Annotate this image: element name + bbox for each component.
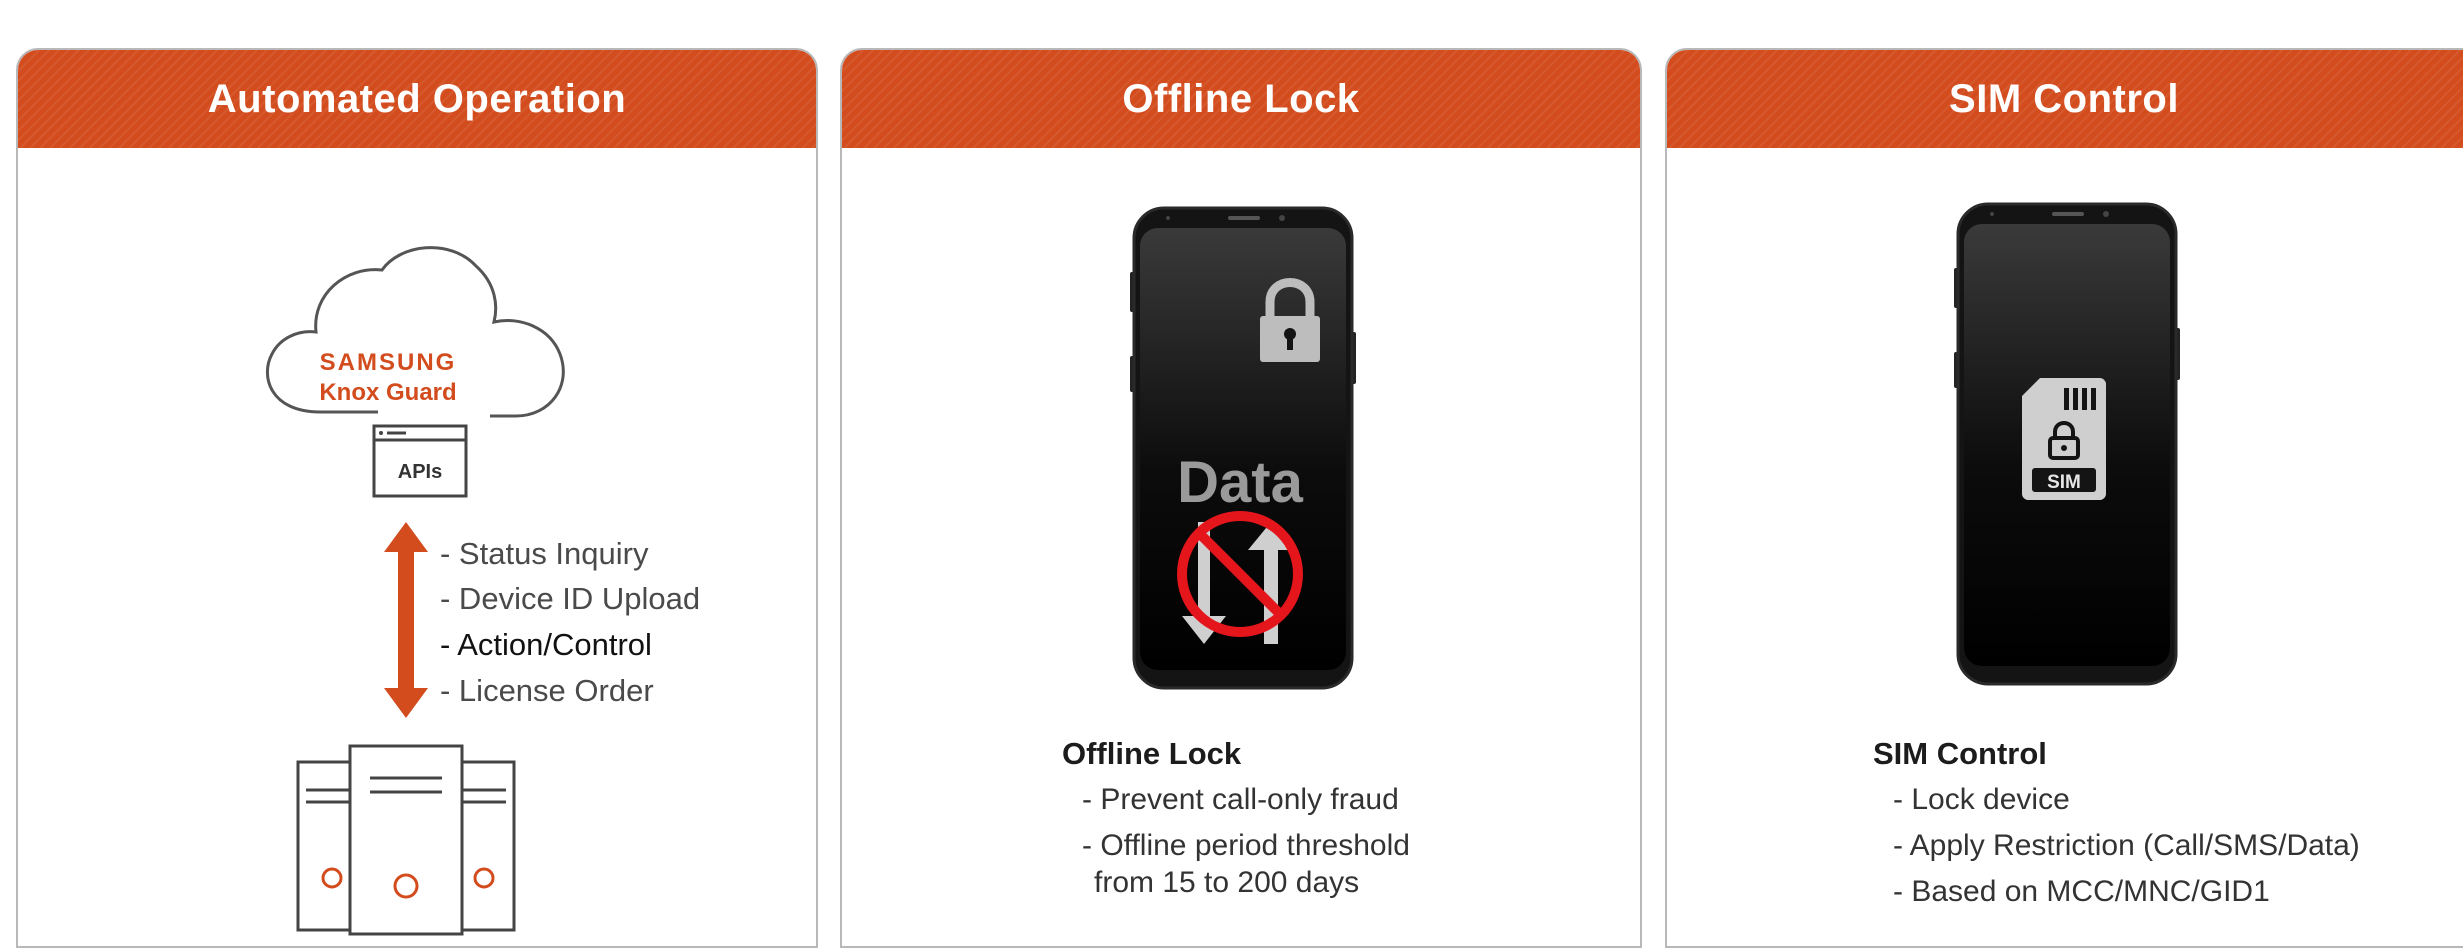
feature-title: Offline Lock (1062, 736, 1242, 771)
feature-title: SIM Control (1873, 736, 2047, 771)
feature-item: - Based on MCC/MNC/GID1 (1893, 875, 2270, 908)
feature-item: - Lock device (1893, 783, 2070, 816)
card-title: Offline Lock (842, 50, 1640, 148)
feature-item: from 15 to 200 days (1094, 866, 1360, 899)
feature-item: - Prevent call-only fraud (1082, 783, 1399, 816)
phone-icon: SIM (1954, 202, 2180, 686)
flow-item-device-id-upload: - Device ID Upload (440, 581, 701, 616)
feature-item: - Apply Restriction (Call/SMS/Data) (1893, 829, 2360, 862)
card-automated-operation: Automated Operation SAMSUNG Knox Guard A… (16, 48, 818, 948)
knox-product: Knox Guard (319, 379, 456, 406)
knox-brand: SAMSUNG (320, 349, 457, 376)
feature-item: - Offline period threshold (1082, 829, 1410, 862)
card-offline-lock: Offline Lock Data Offline Lock - Prevent… (840, 48, 1642, 948)
card-title: Automated Operation (18, 50, 816, 148)
api-window-icon: APIs (372, 424, 468, 498)
card-sim-control: SIM Control SIM SIM Control - Lock devic… (1665, 48, 2463, 948)
sim-label: SIM (2047, 472, 2081, 493)
phone-data-text: Data (1177, 450, 1303, 515)
flow-item-license-order: - License Order (440, 673, 654, 708)
api-label: APIs (398, 461, 442, 483)
card-title: SIM Control (1667, 50, 2463, 148)
flow-item-action-control: - Action/Control (440, 627, 652, 662)
phone-icon: Data (1130, 206, 1356, 690)
flow-item-status-inquiry: - Status Inquiry (440, 536, 649, 571)
server-icon (296, 744, 516, 936)
cloud-icon: SAMSUNG Knox Guard APIs (265, 246, 565, 498)
sim-card-icon: SIM (2022, 378, 2106, 500)
double-arrow-icon (384, 522, 428, 718)
